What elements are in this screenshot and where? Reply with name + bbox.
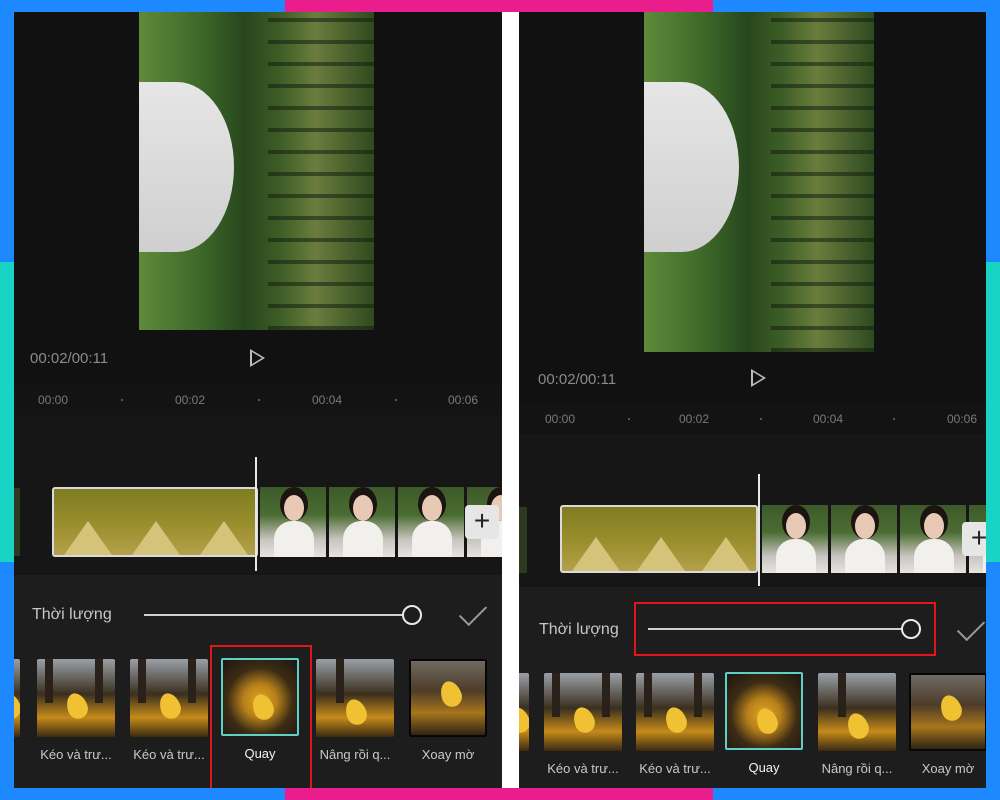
clip-frame-shape	[572, 537, 620, 571]
frame-right-middle	[986, 262, 1000, 562]
clip-frame	[831, 505, 897, 573]
ruler-tick: 00:04	[312, 393, 343, 407]
timeline-ruler: 00:00 00:02 00:04 00:06	[14, 385, 502, 415]
checkmark-icon[interactable]	[956, 612, 986, 642]
preview-figure	[644, 82, 739, 252]
selection-highlight	[210, 645, 312, 788]
plus-icon[interactable]: +	[465, 505, 499, 539]
frame-top-right	[713, 0, 1000, 12]
ruler-tick: 00:02	[175, 393, 206, 407]
frame-top-left	[0, 0, 285, 12]
frame-bottom-middle	[285, 788, 713, 800]
preview-figure	[139, 82, 234, 252]
frame-right-top	[986, 0, 1000, 262]
selected-clip[interactable]	[560, 505, 758, 573]
ruler-dot	[760, 418, 762, 420]
frame-left-middle	[0, 262, 14, 562]
preview-trees	[268, 12, 374, 330]
editor-screen-right: 00:02/00:11 00:00 00:02 00:04 00:06 + Th…	[519, 12, 986, 788]
frame-left-bottom	[0, 562, 14, 800]
play-icon[interactable]	[250, 349, 265, 367]
time-display: 00:02/00:11	[30, 350, 109, 367]
transition-panel: Thời lượng Kéo và trư... Kéo và trư... Q…	[519, 587, 986, 788]
clip-frame-shape	[64, 521, 112, 555]
frame-right-bottom	[986, 562, 1000, 800]
ruler-dot	[258, 399, 260, 401]
effect-thumbnail	[316, 659, 394, 737]
ruler-dot	[121, 399, 123, 401]
timeline[interactable]: 00:00 00:02 00:04 00:06 +	[14, 385, 502, 575]
effect-label: Kéo và trư...	[133, 747, 205, 762]
duration-label: Thời lượng	[539, 621, 619, 638]
ruler-dot	[395, 399, 397, 401]
frame-bottom-left	[0, 788, 285, 800]
ruler-tick: 00:02	[679, 412, 710, 426]
effect-thumbnail	[14, 659, 20, 737]
effect-thumbnail	[130, 659, 208, 737]
duration-slider[interactable]	[144, 614, 414, 616]
timeline-ruler: 00:00 00:02 00:04 00:06	[519, 404, 986, 434]
time-display: 00:02/00:11	[538, 371, 617, 388]
clip-frame	[329, 487, 395, 557]
effect-label: Xoay mờ	[421, 747, 475, 762]
effect-label: Kéo và trư...	[547, 761, 619, 776]
ruler-tick: 00:06	[448, 393, 479, 407]
ruler-tick: 00:06	[947, 412, 978, 426]
next-clip[interactable]	[762, 505, 986, 573]
effect-label: Nâng rồi q...	[821, 761, 893, 776]
clip-frame-shape	[702, 537, 750, 571]
playhead[interactable]	[758, 474, 760, 586]
clip-frame	[260, 487, 326, 557]
ruler-dot	[893, 418, 895, 420]
clip-frame-shape	[132, 521, 180, 555]
frame-left-top	[0, 0, 14, 262]
effect-thumbnail	[519, 673, 529, 751]
play-icon[interactable]	[751, 369, 766, 387]
ruler-dot	[628, 418, 630, 420]
previous-clip[interactable]	[519, 507, 527, 573]
effect-thumbnail	[37, 659, 115, 737]
effect-thumbnail	[409, 659, 487, 737]
effect-label: Kéo và trư...	[639, 761, 711, 776]
clip-frame	[762, 505, 828, 573]
preview-trees	[770, 12, 874, 352]
effect-label: Xoay mờ	[921, 761, 975, 776]
effect-thumbnail	[725, 672, 803, 750]
selected-clip[interactable]	[52, 487, 258, 557]
editor-screen-left: 00:02/00:11 00:00 00:02 00:04 00:06 + Th…	[14, 12, 502, 788]
ruler-tick: 00:00	[545, 412, 576, 426]
duration-slider-thumb[interactable]	[402, 605, 422, 625]
effect-label: Nâng rồi q...	[319, 747, 391, 762]
video-preview[interactable]	[644, 12, 874, 352]
effect-label: Quay	[748, 760, 780, 775]
timeline[interactable]: 00:00 00:02 00:04 00:06 +	[519, 404, 986, 587]
clip-frame-shape	[200, 521, 248, 555]
plus-icon[interactable]: +	[962, 522, 986, 556]
video-preview[interactable]	[139, 12, 374, 330]
slider-highlight	[634, 602, 936, 656]
effect-label: Kéo và trư...	[40, 747, 112, 762]
clip-frame-shape	[637, 537, 685, 571]
clip-frame	[900, 505, 966, 573]
frame-bottom-right	[713, 788, 1000, 800]
playhead[interactable]	[255, 457, 257, 571]
effect-thumbnail	[636, 673, 714, 751]
transition-panel: Thời lượng Kéo và trư... Kéo và trư... Q…	[14, 575, 502, 788]
effect-thumbnail	[544, 673, 622, 751]
effect-thumbnail	[818, 673, 896, 751]
clip-frame	[398, 487, 464, 557]
checkmark-icon[interactable]	[458, 597, 488, 627]
previous-clip[interactable]	[14, 488, 20, 556]
frame-top-middle	[285, 0, 713, 12]
ruler-tick: 00:00	[38, 393, 69, 407]
duration-label: Thời lượng	[32, 606, 112, 623]
ruler-tick: 00:04	[813, 412, 844, 426]
effect-thumbnail	[909, 673, 986, 751]
